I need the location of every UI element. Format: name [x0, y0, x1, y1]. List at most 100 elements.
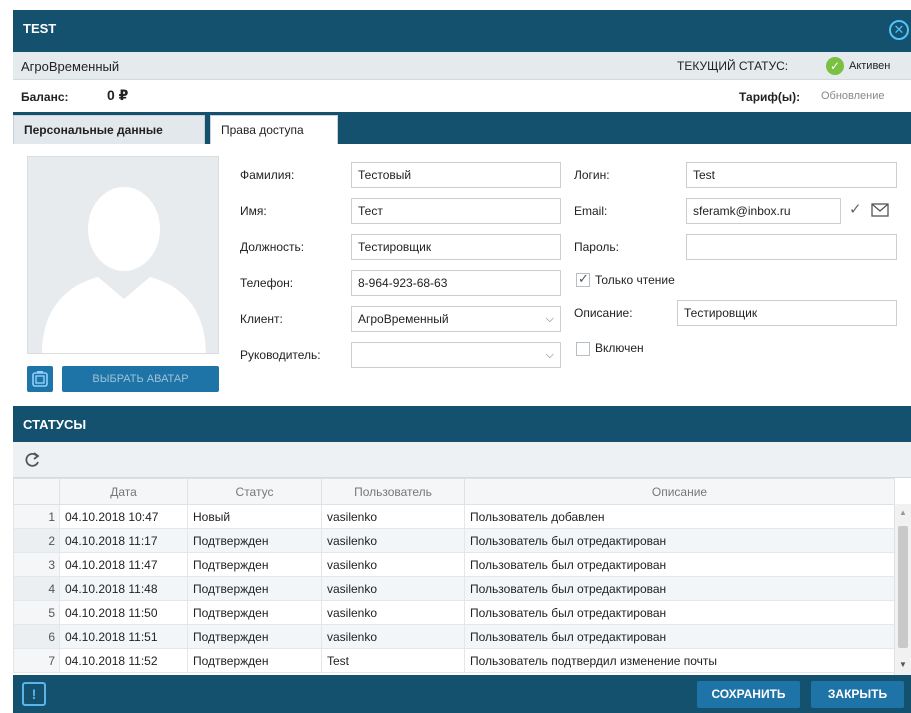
table-row[interactable]: 5 04.10.2018 11:50 Подтвержден vasilenko… — [13, 600, 895, 625]
manager-label: Руководитель: — [240, 348, 321, 362]
tab-access-rights[interactable]: Права доступа — [210, 115, 338, 144]
table-row[interactable]: 7 04.10.2018 11:52 Подтвержден Test Поль… — [13, 648, 895, 673]
cell-user: vasilenko — [321, 576, 465, 601]
column-header-description[interactable]: Описание — [464, 478, 895, 505]
row-number: 5 — [13, 600, 60, 625]
close-button[interactable]: ЗАКРЫТЬ — [811, 681, 904, 708]
cell-user: Test — [321, 648, 465, 673]
cell-status: Подтвержден — [187, 648, 322, 673]
avatar — [27, 156, 219, 354]
statuses-grid: Дата Статус Пользователь Описание 1 04.1… — [13, 478, 911, 675]
chevron-down-icon[interactable]: ⌵ — [546, 343, 554, 367]
tariff-label: Тариф(ы): — [739, 90, 801, 104]
row-number: 6 — [13, 624, 60, 649]
refresh-icon[interactable] — [22, 450, 42, 470]
envelope-icon[interactable] — [871, 203, 889, 217]
cell-date: 04.10.2018 11:17 — [59, 528, 188, 553]
user-silhouette-icon — [42, 187, 206, 353]
cell-status: Подтвержден — [187, 528, 322, 553]
cell-date: 04.10.2018 11:52 — [59, 648, 188, 673]
check-circle-icon: ✓ — [826, 57, 844, 75]
cell-user: vasilenko — [321, 624, 465, 649]
position-label: Должность: — [240, 240, 305, 254]
cell-description: Пользователь добавлен — [464, 504, 895, 529]
camera-button[interactable] — [27, 366, 53, 392]
info-bar: АгроВременный ТЕКУЩИЙ СТАТУС: ✓ Активен — [13, 52, 911, 80]
cell-description: Пользователь был отредактирован — [464, 600, 895, 625]
cell-date: 04.10.2018 11:51 — [59, 624, 188, 649]
scrollbar-thumb[interactable] — [898, 526, 908, 648]
cell-user: vasilenko — [321, 528, 465, 553]
lastname-field[interactable]: Тестовый — [351, 162, 561, 188]
grid-scrollbar[interactable]: ▲ ▼ — [894, 504, 911, 675]
tab-bar: Персональные данные Права доступа — [13, 112, 911, 144]
email-field[interactable]: sferamk@inbox.ru — [686, 198, 841, 224]
scroll-down-icon[interactable]: ▼ — [899, 660, 907, 669]
lastname-label: Фамилия: — [240, 168, 295, 182]
position-field[interactable]: Тестировщик — [351, 234, 561, 260]
cell-date: 04.10.2018 11:50 — [59, 600, 188, 625]
close-icon[interactable]: ✕ — [889, 20, 909, 40]
check-icon[interactable]: ✓ — [849, 200, 862, 218]
dialog-title: TEST — [23, 21, 57, 36]
column-header-rownum — [13, 478, 60, 505]
table-row[interactable]: 4 04.10.2018 11:48 Подтвержден vasilenko… — [13, 576, 895, 601]
client-select-value: АгроВременный — [358, 312, 449, 326]
password-field[interactable] — [686, 234, 897, 260]
cell-user: vasilenko — [321, 504, 465, 529]
row-number: 1 — [13, 504, 60, 529]
manager-select[interactable]: ⌵ — [351, 342, 561, 368]
client-label: Клиент: — [240, 312, 283, 326]
email-label: Email: — [574, 204, 608, 218]
statuses-table: Дата Статус Пользователь Описание 1 04.1… — [13, 478, 895, 673]
cell-status: Подтвержден — [187, 624, 322, 649]
row-number: 7 — [13, 648, 60, 673]
login-field[interactable]: Test — [686, 162, 897, 188]
table-row[interactable]: 1 04.10.2018 10:47 Новый vasilenko Польз… — [13, 504, 895, 529]
save-button[interactable]: СОХРАНИТЬ — [697, 681, 800, 708]
table-row[interactable]: 3 04.10.2018 11:47 Подтвержден vasilenko… — [13, 552, 895, 577]
scroll-up-icon[interactable]: ▲ — [899, 508, 907, 517]
cell-status: Подтвержден — [187, 600, 322, 625]
cell-date: 04.10.2018 11:47 — [59, 552, 188, 577]
info-icon[interactable]: ! — [22, 682, 46, 706]
cell-status: Подтвержден — [187, 576, 322, 601]
title-bar: TEST ✕ — [13, 10, 911, 52]
cell-date: 04.10.2018 10:47 — [59, 504, 188, 529]
client-name: АгроВременный — [21, 59, 120, 74]
personal-data-form: ВЫБРАТЬ АВАТАР Фамилия: Тестовый Имя: Те… — [13, 144, 911, 406]
camera-icon — [32, 371, 48, 387]
column-header-status[interactable]: Статус — [187, 478, 322, 505]
client-select[interactable]: АгроВременный ⌵ — [351, 306, 561, 332]
table-row[interactable]: 2 04.10.2018 11:17 Подтвержден vasilenko… — [13, 528, 895, 553]
choose-avatar-button[interactable]: ВЫБРАТЬ АВАТАР — [62, 366, 219, 392]
description-label: Описание: — [574, 306, 633, 320]
column-header-date[interactable]: Дата — [59, 478, 188, 505]
phone-field[interactable]: 8-964-923-68-63 — [351, 270, 561, 296]
cell-description: Пользователь был отредактирован — [464, 552, 895, 577]
statuses-title: СТАТУСЫ — [23, 417, 87, 432]
cell-description: Пользователь был отредактирован — [464, 528, 895, 553]
login-label: Логин: — [574, 168, 610, 182]
user-dialog: TEST ✕ АгроВременный ТЕКУЩИЙ СТАТУС: ✓ А… — [13, 10, 911, 713]
readonly-checkbox[interactable] — [576, 271, 590, 287]
cell-user: vasilenko — [321, 552, 465, 577]
enabled-checkbox[interactable] — [576, 342, 590, 356]
column-header-user[interactable]: Пользователь — [321, 478, 465, 505]
tab-personal-data[interactable]: Персональные данные — [13, 115, 205, 144]
description-field[interactable]: Тестировщик — [677, 300, 897, 326]
table-header-row: Дата Статус Пользователь Описание — [13, 478, 895, 505]
firstname-field[interactable]: Тест — [351, 198, 561, 224]
balance-value: 0 ₽ — [107, 87, 129, 103]
statuses-toolbar — [13, 442, 911, 478]
table-row[interactable]: 6 04.10.2018 11:51 Подтвержден vasilenko… — [13, 624, 895, 649]
row-number: 2 — [13, 528, 60, 553]
cell-description: Пользователь подтвердил изменение почты — [464, 648, 895, 673]
cell-date: 04.10.2018 11:48 — [59, 576, 188, 601]
dialog-footer: ! СОХРАНИТЬ ЗАКРЫТЬ — [13, 675, 911, 713]
statuses-header: СТАТУСЫ — [13, 406, 911, 442]
phone-label: Телефон: — [240, 276, 294, 290]
enabled-label: Включен — [595, 341, 644, 355]
chevron-down-icon[interactable]: ⌵ — [546, 307, 554, 331]
balance-label: Баланс: — [21, 90, 69, 104]
